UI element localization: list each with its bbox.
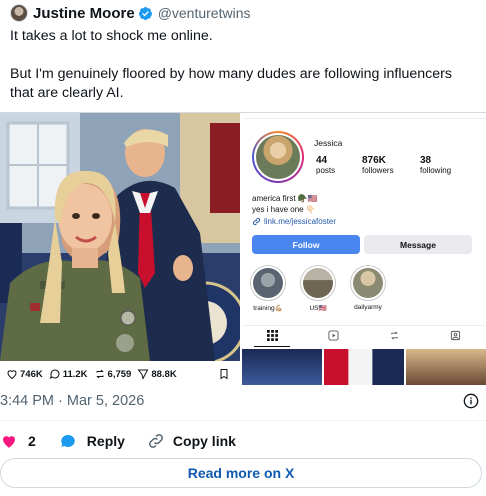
comment-icon [49, 369, 60, 379]
grid-icon[interactable] [267, 330, 278, 341]
reply-icon [61, 434, 75, 447]
instagram-following-count: 38 [420, 155, 432, 166]
instagram-bio: america first 🪖🇺🇸 yes i have one 👇🏻 [252, 193, 318, 215]
like-button[interactable]: 2 [0, 432, 36, 450]
instagram-highlight-us[interactable]: US🇺🇸 [298, 265, 338, 312]
instagram-highlight-training[interactable]: training💪🏼 [248, 265, 288, 312]
instagram-top-bar [242, 113, 486, 119]
instagram-message-button[interactable]: Message [364, 235, 472, 254]
copy-link-label: Copy link [172, 433, 236, 449]
instagram-posts-count: 44 [316, 155, 328, 166]
read-more-button[interactable]: Read more on X [0, 458, 482, 488]
embedded-reposts[interactable]: 6,759 [94, 368, 132, 380]
tweet-header: Justine Moore @venturetwins [10, 3, 251, 23]
link-icon [252, 217, 261, 226]
instagram-post-thumb[interactable] [406, 349, 486, 385]
embedded-post-actions: 746K 11.2K 6,759 88.8K [0, 364, 240, 384]
embedded-reposts-count: 6,759 [107, 368, 132, 380]
heart-outline-icon [7, 370, 17, 380]
instagram-followers-count: 876K [362, 155, 386, 166]
selfie-photo[interactable] [0, 113, 240, 361]
repost-icon [95, 369, 104, 379]
instagram-posts-stat[interactable]: 44 posts [316, 155, 335, 175]
embedded-views-count: 88.8K [151, 368, 177, 380]
send-icon [137, 369, 149, 380]
instagram-followers-stat[interactable]: 876K followers [362, 155, 394, 175]
instagram-following-label: following [420, 166, 452, 175]
author-name[interactable]: Justine Moore [33, 5, 135, 22]
active-tab-indicator [254, 345, 290, 347]
instagram-highlight-label: US🇺🇸 [309, 305, 327, 312]
embedded-views[interactable]: 88.8K [137, 368, 177, 380]
instagram-name: Jessica [314, 138, 343, 148]
instagram-highlight-label: dailyarmy [354, 304, 382, 311]
instagram-bio-line-2: yes i have one 👇🏻 [252, 205, 316, 214]
instagram-highlight-label: training💪🏼 [253, 305, 283, 312]
like-count: 2 [28, 433, 36, 449]
instagram-profile-screenshot[interactable]: Jessica 44 posts 876K followers 38 follo… [242, 113, 486, 385]
instagram-followers-label: followers [362, 166, 394, 175]
verified-badge-icon [138, 6, 152, 20]
tweet-line-1: It takes a lot to shock me online. [10, 28, 213, 44]
tweet-text: It takes a lot to shock me online. But I… [10, 27, 476, 122]
copy-link-button[interactable]: Copy link [147, 432, 236, 450]
instagram-posts-label: posts [316, 166, 336, 175]
instagram-link[interactable]: link.me/jessicafoster [252, 217, 336, 226]
instagram-highlight-dailyarmy[interactable]: dailyarmy [348, 265, 388, 311]
embedded-comments[interactable]: 11.2K [49, 368, 88, 380]
instagram-post-grid [242, 349, 486, 385]
instagram-bio-line-1: america first 🪖🇺🇸 [252, 194, 318, 203]
instagram-following-stat[interactable]: 38 following [420, 155, 451, 175]
reply-label: Reply [86, 433, 125, 449]
reels-icon[interactable] [328, 330, 339, 341]
instagram-link-text: link.me/jessicafoster [264, 217, 337, 226]
repost-tab-icon[interactable] [389, 330, 400, 341]
tagged-icon[interactable] [450, 330, 461, 341]
engagement-bar: 2 Reply Copy link [0, 431, 236, 451]
heart-icon [3, 436, 15, 448]
instagram-avatar[interactable] [252, 131, 304, 183]
link-icon [149, 434, 163, 448]
selfie-illustration [0, 113, 240, 361]
instagram-tabs [242, 325, 486, 347]
tweet-timestamp[interactable]: 3:44 PM · Mar 5, 2026 [0, 393, 144, 409]
embedded-comments-count: 11.2K [62, 368, 88, 380]
author-avatar[interactable] [10, 4, 28, 22]
embedded-replies[interactable]: 746K [6, 368, 43, 380]
info-icon[interactable] [463, 393, 479, 409]
tweet-media[interactable]: 746K 11.2K 6,759 88.8K Jessica 44 posts … [0, 112, 486, 385]
instagram-follow-button[interactable]: Follow [252, 235, 360, 254]
author-handle[interactable]: @venturetwins [158, 5, 251, 21]
divider [0, 420, 486, 421]
bookmark-icon[interactable] [218, 368, 230, 380]
reply-button[interactable]: Reply [59, 432, 125, 450]
instagram-post-thumb[interactable] [324, 349, 404, 385]
tweet-line-2: But I'm genuinely floored by how many du… [10, 66, 452, 101]
instagram-post-thumb[interactable] [242, 349, 322, 385]
embedded-replies-count: 746K [20, 368, 43, 380]
